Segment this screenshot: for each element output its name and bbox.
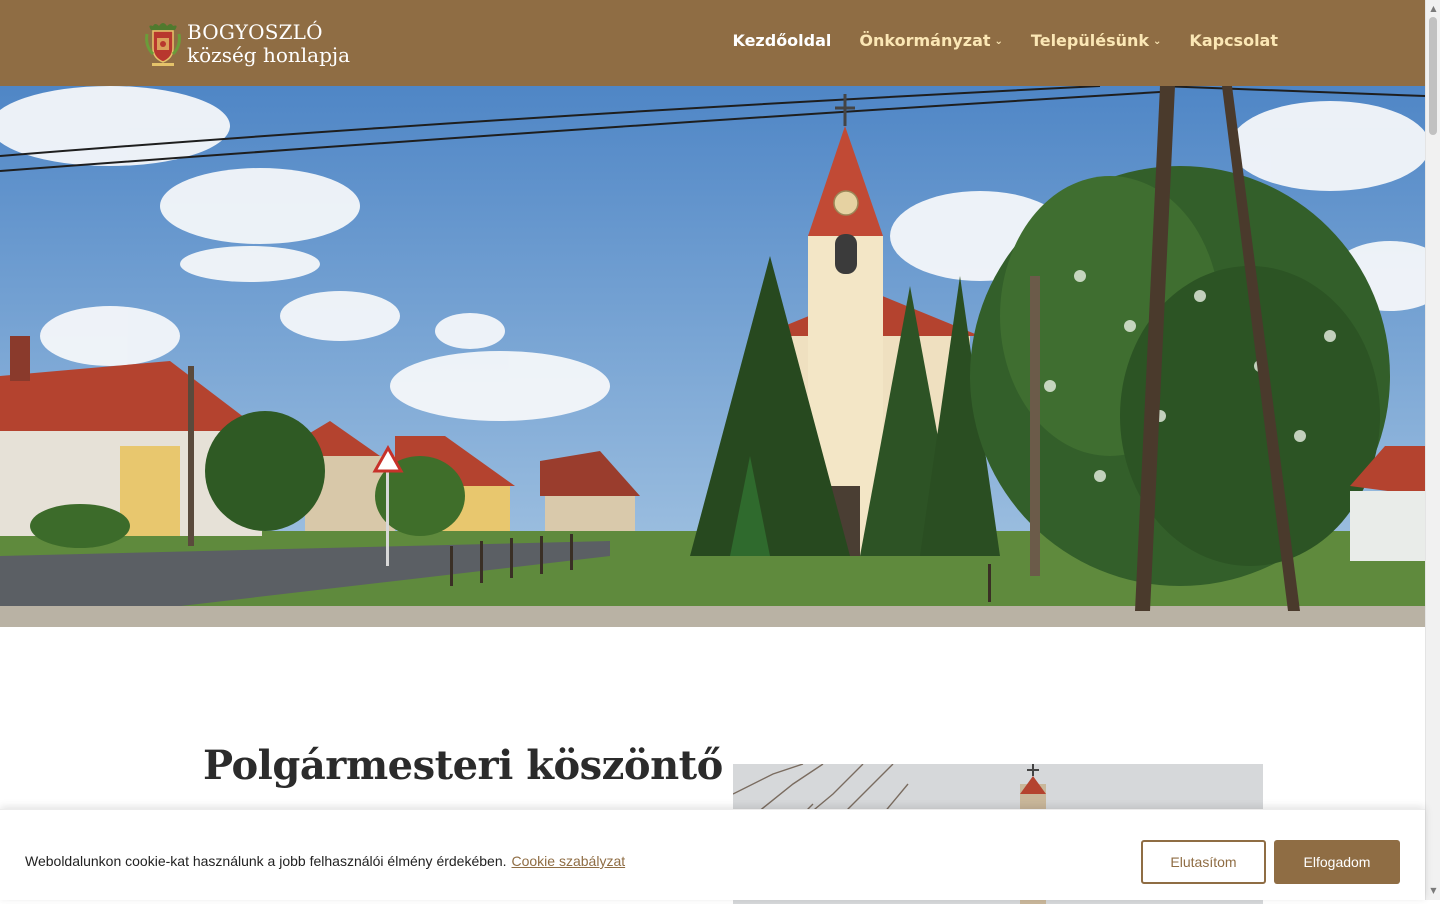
nav-item-kapcsolat[interactable]: Kapcsolat (1189, 31, 1278, 50)
coat-of-arms-icon (143, 20, 183, 68)
chevron-down-icon: ⌄ (994, 36, 1003, 47)
chevron-down-icon: ⌄ (1153, 36, 1162, 47)
nav-item-label: Önkormányzat (859, 31, 991, 50)
cookie-consent-bar: Weboldalunkon cookie-kat használunk a jo… (0, 809, 1425, 900)
scrollbar-thumb[interactable] (1429, 17, 1437, 135)
site-header: BOGYOSZLÓ község honlapja Kezdőoldal Önk… (0, 0, 1425, 86)
nav-item-label: Településünk (1030, 31, 1150, 50)
main-nav: Kezdőoldal Önkormányzat ⌄ Településünk ⌄… (704, 31, 1278, 50)
nav-item-telepulesunk[interactable]: Településünk ⌄ (1031, 31, 1162, 50)
page-scrollbar[interactable]: ▲ ▼ (1425, 0, 1440, 900)
cookie-message-text: Weboldalunkon cookie-kat használunk a jo… (25, 853, 507, 869)
logo-subtitle: község honlapja (187, 43, 351, 67)
site-logo[interactable]: BOGYOSZLÓ község honlapja (143, 18, 353, 70)
accept-button[interactable]: Elfogadom (1274, 840, 1400, 884)
hero-image (0, 86, 1425, 627)
nav-item-label: Kapcsolat (1189, 31, 1278, 50)
nav-item-kezdooldal[interactable]: Kezdőoldal (732, 31, 831, 50)
scroll-down-arrow-icon[interactable]: ▼ (1426, 885, 1440, 897)
logo-title: BOGYOSZLÓ (187, 20, 323, 44)
scroll-up-arrow-icon[interactable]: ▲ (1426, 3, 1440, 15)
decline-button[interactable]: Elutasítom (1141, 840, 1266, 884)
welcome-title: Polgármesteri köszöntő (203, 742, 723, 789)
nav-item-onkormanyzat[interactable]: Önkormányzat ⌄ (859, 31, 1003, 50)
cookie-policy-link[interactable]: Cookie szabályzat (512, 853, 626, 869)
nav-item-label: Kezdőoldal (732, 31, 832, 50)
cookie-message: Weboldalunkon cookie-kat használunk a jo… (25, 853, 625, 869)
